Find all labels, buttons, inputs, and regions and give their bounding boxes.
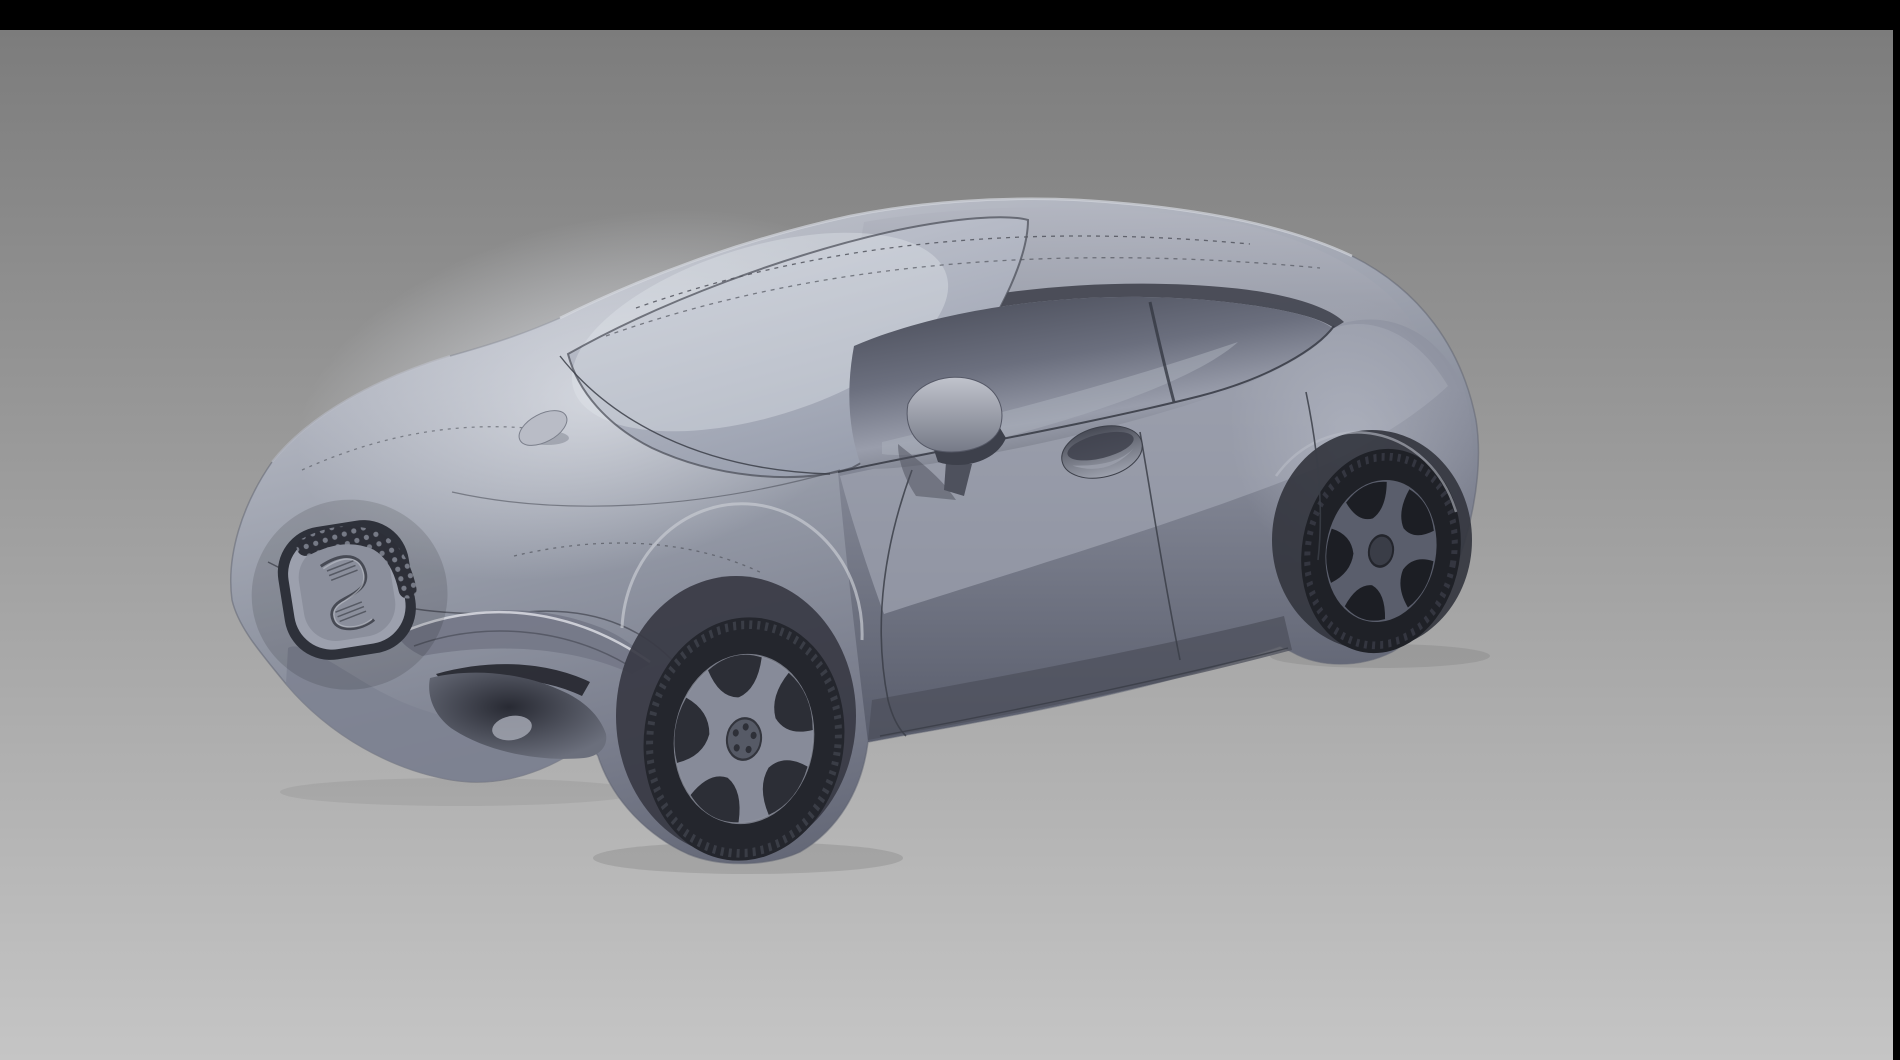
cad-viewport[interactable]	[0, 0, 1900, 1060]
mirror-housing	[907, 377, 1002, 452]
right-letterbox-bar	[1893, 0, 1900, 1060]
car-3d-model	[231, 150, 1513, 874]
bumper-shadow	[280, 778, 640, 806]
render-canvas	[0, 0, 1900, 1060]
top-letterbox-bar	[0, 0, 1900, 30]
